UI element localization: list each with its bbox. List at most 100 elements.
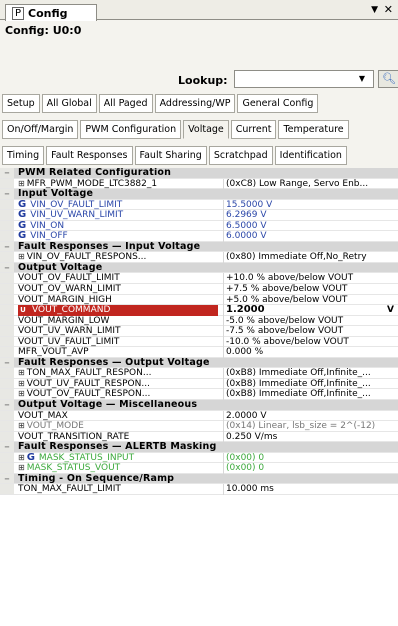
- register-value[interactable]: 6.5000 V: [223, 220, 398, 232]
- section-header[interactable]: − Fault Responses — Input Voltage: [0, 241, 398, 253]
- button-all-paged[interactable]: All Paged: [98, 94, 153, 113]
- chevron-down-icon[interactable]: ▼: [359, 74, 365, 83]
- collapse-icon[interactable]: −: [0, 241, 14, 252]
- register-row[interactable]: ⊞ VIN_OV_FAULT_RESPONS... (0x80) Immediate…: [0, 252, 398, 263]
- collapse-icon[interactable]: −: [0, 189, 14, 199]
- register-value[interactable]: (0x80) Immediate Off,No_Retry: [223, 252, 398, 263]
- button-fault-responses[interactable]: Fault Responses: [46, 146, 133, 165]
- register-value[interactable]: (0x00) 0: [223, 463, 398, 474]
- expand-icon[interactable]: ⊞: [18, 421, 25, 430]
- register-row[interactable]: MFR_VOUT_AVP 0.000 %: [0, 347, 398, 358]
- button-fault-sharing[interactable]: Fault Sharing: [134, 146, 207, 165]
- register-value[interactable]: 2.0000 V: [223, 410, 398, 422]
- register-value[interactable]: 6.2969 V: [223, 210, 398, 221]
- button-temperature[interactable]: Temperature: [278, 120, 349, 139]
- register-value[interactable]: 0.000 %: [223, 347, 398, 358]
- register-value[interactable]: +10.0 % above/below VOUT: [223, 273, 398, 285]
- expand-icon[interactable]: ⊞: [18, 252, 25, 261]
- row-gutter: [0, 273, 14, 284]
- register-value[interactable]: +7.5 % above/below VOUT: [223, 284, 398, 295]
- expand-icon[interactable]: ⊞: [18, 179, 25, 188]
- register-row[interactable]: VOUT_UV_WARN_LIMIT -7.5 % above/below VOU…: [0, 326, 398, 337]
- button-general-config[interactable]: General Config: [237, 94, 319, 113]
- button-all-global[interactable]: All Global: [41, 94, 97, 113]
- register-row[interactable]: VOUT_OV_WARN_LIMIT +7.5 % above/below VOU…: [0, 284, 398, 295]
- register-row[interactable]: VOUT_UV_FAULT_LIMIT -10.0 % above/below V…: [0, 336, 398, 348]
- tab-bar: P Config ▼ ✕: [0, 0, 398, 21]
- lookup-search-button[interactable]: 🔍︎: [378, 70, 398, 88]
- register-row[interactable]: ⊞ TON_MAX_FAULT_RESPON... (0xB8) Immediate…: [0, 368, 398, 379]
- button-scratchpad[interactable]: Scratchpad: [208, 146, 273, 165]
- register-row[interactable]: ⊞ MASK_STATUS_VOUT (0x00) 0: [0, 463, 398, 474]
- lookup-input[interactable]: ▼: [234, 70, 374, 88]
- register-value[interactable]: -5.0 % above/below VOUT: [223, 315, 398, 327]
- register-row[interactable]: VOUT_TRANSITION_RATE 0.250 V/ms: [0, 431, 398, 443]
- collapse-icon[interactable]: −: [0, 357, 14, 368]
- register-value[interactable]: (0xB8) Immediate Off,Infinite_...: [223, 368, 398, 379]
- collapse-icon[interactable]: −: [0, 473, 14, 484]
- register-row[interactable]: VOUT_MAX 2.0000 V: [0, 410, 398, 422]
- expand-icon[interactable]: ⊞: [18, 379, 25, 388]
- register-value[interactable]: (0xB8) Immediate Off,Infinite_...: [223, 389, 398, 401]
- expand-icon[interactable]: ⊞: [18, 389, 25, 398]
- register-row[interactable]: G VIN_OV_FAULT_LIMIT 15.5000 V: [0, 199, 398, 211]
- tab-config[interactable]: P Config: [5, 4, 97, 21]
- register-row[interactable]: ⊞ VOUT_MODE (0x14) Linear, lsb_size = 2^(-…: [0, 421, 398, 432]
- section-header[interactable]: − Input Voltage: [0, 189, 398, 200]
- button-current[interactable]: Current: [230, 120, 277, 139]
- unit-dropdown[interactable]: V: [387, 305, 394, 316]
- register-value[interactable]: 0.250 V/ms: [223, 431, 398, 443]
- register-row[interactable]: ⊞ MFR_PWM_MODE_LTC3882_1 (0xC8) Low Range,…: [0, 178, 398, 190]
- register-name: VOUT_MARGIN_LOW: [18, 316, 218, 327]
- expand-icon[interactable]: ⊞: [18, 453, 25, 462]
- register-name: VOUT_UV_WARN_LIMIT: [18, 326, 218, 337]
- section-header[interactable]: − Fault Responses — ALERTB Masking: [0, 442, 398, 453]
- button-timing[interactable]: Timing: [2, 146, 45, 165]
- register-row[interactable]: ⊞ VOUT_UV_FAULT_RESPON... (0xB8) Immediate…: [0, 378, 398, 390]
- register-value[interactable]: (0xC8) Low Range, Servo Enb...: [223, 178, 398, 190]
- chevron-down-icon[interactable]: ▼: [371, 5, 378, 15]
- section-header[interactable]: − Fault Responses — Output Voltage: [0, 357, 398, 369]
- collapse-icon[interactable]: −: [0, 400, 14, 410]
- register-row[interactable]: ⊞ VOUT_OV_FAULT_RESPON... (0xB8) Immediate…: [0, 389, 398, 401]
- global-icon: G: [18, 210, 27, 221]
- register-row[interactable]: VOUT_OV_FAULT_LIMIT +10.0 % above/below V…: [0, 273, 398, 285]
- section-header[interactable]: − Output Voltage: [0, 262, 398, 274]
- register-row[interactable]: TON_MAX_FAULT_LIMIT 10.000 ms: [0, 484, 398, 495]
- section-title: PWM Related Configuration: [18, 168, 398, 179]
- button-pwm-configuration[interactable]: PWM Configuration: [80, 120, 182, 139]
- register-row[interactable]: ⊞ G MASK_STATUS_INPUT (0x00) 0: [0, 452, 398, 464]
- section-header[interactable]: − PWM Related Configuration: [0, 168, 398, 179]
- search-icon: 🔍︎: [382, 72, 396, 85]
- section-header[interactable]: − Timing - On Sequence/Ramp: [0, 473, 398, 485]
- register-name: VOUT_UV_FAULT_LIMIT: [18, 337, 218, 348]
- section-header[interactable]: − Output Voltage — Miscellaneous: [0, 400, 398, 411]
- register-value[interactable]: 10.000 ms: [223, 484, 398, 495]
- button-addressing-wp[interactable]: Addressing/WP: [154, 94, 236, 113]
- collapse-icon[interactable]: −: [0, 442, 14, 452]
- register-value[interactable]: (0x14) Linear, lsb_size = 2^(-12): [223, 421, 398, 432]
- button-on-off-margin[interactable]: On/Off/Margin: [2, 120, 79, 139]
- expand-icon[interactable]: ⊞: [18, 463, 25, 472]
- button-setup[interactable]: Setup: [2, 94, 40, 113]
- collapse-icon[interactable]: −: [0, 168, 14, 178]
- register-value[interactable]: (0x00) 0: [223, 452, 398, 464]
- button-voltage[interactable]: Voltage: [183, 120, 229, 139]
- close-icon[interactable]: ✕: [384, 3, 393, 16]
- register-value[interactable]: 15.5000 V: [223, 199, 398, 211]
- register-value[interactable]: 1.2000: [223, 305, 398, 316]
- register-row[interactable]: VOUT_MARGIN_HIGH +5.0 % above/below VOUT: [0, 294, 398, 306]
- register-row[interactable]: G VIN_UV_WARN_LIMIT 6.2969 V: [0, 210, 398, 221]
- register-row[interactable]: G VIN_OFF 6.0000 V: [0, 231, 398, 242]
- register-row[interactable]: U VOUT_COMMAND 1.2000 V: [0, 305, 398, 316]
- register-value[interactable]: -10.0 % above/below VOUT: [223, 336, 398, 348]
- expand-icon[interactable]: ⊞: [18, 368, 25, 377]
- collapse-icon[interactable]: −: [0, 262, 14, 273]
- register-row[interactable]: VOUT_MARGIN_LOW -5.0 % above/below VOUT: [0, 315, 398, 327]
- register-value[interactable]: -7.5 % above/below VOUT: [223, 326, 398, 337]
- register-value[interactable]: 6.0000 V: [223, 231, 398, 242]
- register-value[interactable]: +5.0 % above/below VOUT: [223, 294, 398, 306]
- button-identification[interactable]: Identification: [274, 146, 347, 165]
- register-row[interactable]: G VIN_ON 6.5000 V: [0, 220, 398, 232]
- register-value[interactable]: (0xB8) Immediate Off,Infinite_...: [223, 378, 398, 390]
